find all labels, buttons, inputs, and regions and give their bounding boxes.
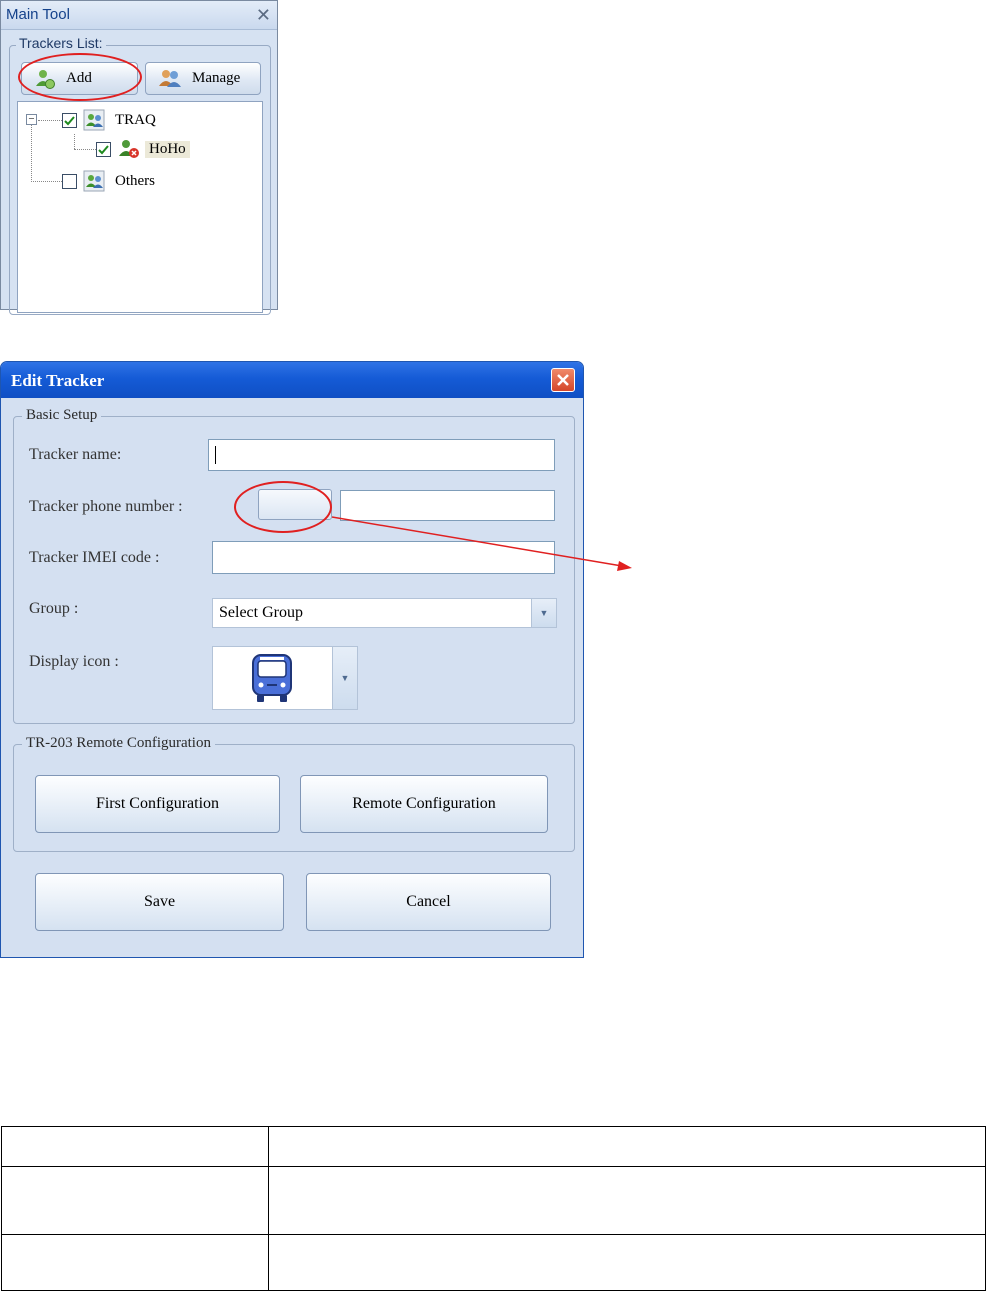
- table-cell: [268, 1126, 986, 1167]
- table-cell: [268, 1234, 986, 1291]
- table-cell: [1, 1126, 269, 1167]
- table-cell: [1, 1166, 269, 1235]
- table-cell: [268, 1166, 986, 1235]
- table-row: [1, 1234, 986, 1291]
- table-cell: [1, 1234, 269, 1291]
- table-row: [1, 1166, 986, 1235]
- annotation-arrow: [331, 516, 632, 571]
- spec-table: [1, 1126, 986, 1291]
- table-row: [1, 1126, 986, 1167]
